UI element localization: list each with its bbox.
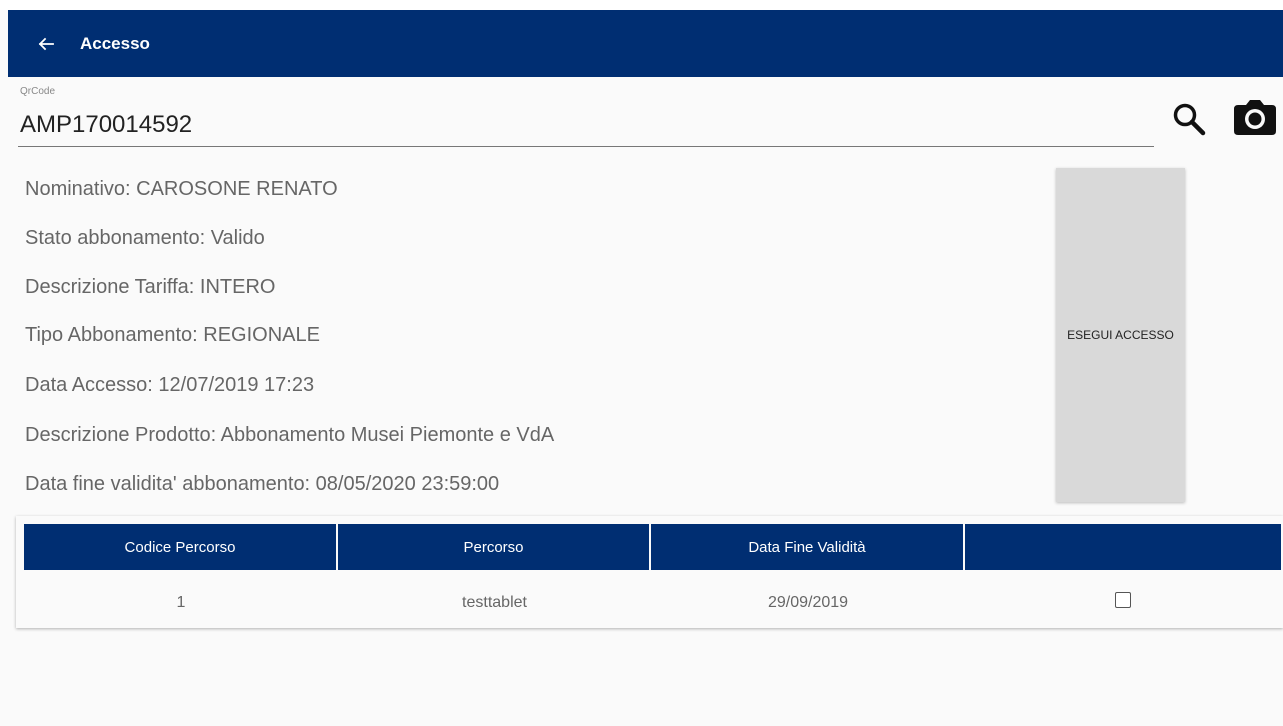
cell-select — [965, 580, 1281, 626]
info-stato-abbonamento: Stato abbonamento: Valido — [25, 227, 265, 249]
info-data-accesso: Data Accesso: 12/07/2019 17:23 — [25, 374, 315, 396]
percorsi-table: Codice Percorso Percorso Data Fine Valid… — [16, 516, 1283, 628]
app-screen: Accesso QrCode AMP170014592 Nominativo: … — [0, 0, 1283, 726]
camera-icon — [1234, 100, 1276, 135]
arrow-left-icon — [38, 37, 54, 50]
info-tipo-abbonamento: Tipo Abbonamento: REGIONALE — [25, 324, 320, 346]
row-select-checkbox[interactable] — [1115, 592, 1131, 608]
page-title: Accesso — [80, 33, 150, 53]
esegui-accesso-button[interactable]: ESEGUI ACCESSO — [1056, 168, 1185, 502]
info-descrizione-prodotto: Descrizione Prodotto: Abbonamento Musei … — [25, 424, 555, 446]
cell-codice-percorso: 1 — [176, 594, 186, 611]
table-row: 1 testtablet 29/09/2019 — [24, 580, 1281, 626]
search-icon — [1173, 103, 1206, 136]
qrcode-input[interactable]: AMP170014592 — [20, 111, 192, 139]
cell-data-fine-validita: 29/09/2019 — [767, 594, 849, 611]
camera-button[interactable] — [1232, 97, 1278, 139]
qrcode-field[interactable]: QrCode AMP170014592 — [18, 84, 1154, 147]
status-strip — [0, 0, 1283, 10]
cell-percorso: testtablet — [462, 594, 527, 611]
info-data-fine-validita: Data fine validita' abbonamento: 08/05/2… — [25, 473, 500, 495]
column-header-codice-percorso: Codice Percorso — [24, 524, 338, 570]
column-header-data-fine-validita: Data Fine Validità — [651, 524, 965, 570]
info-nominativo: Nominativo: CAROSONE RENATO — [25, 178, 338, 200]
back-button[interactable] — [18, 10, 74, 77]
column-header-percorso: Percorso — [338, 524, 651, 570]
app-bar: Accesso — [8, 10, 1283, 77]
search-button[interactable] — [1170, 100, 1210, 140]
qrcode-label: QrCode — [20, 86, 56, 97]
table-header: Codice Percorso Percorso Data Fine Valid… — [24, 524, 1281, 570]
info-descrizione-tariffa: Descrizione Tariffa: INTERO — [25, 276, 276, 298]
column-header-select — [965, 524, 1281, 570]
